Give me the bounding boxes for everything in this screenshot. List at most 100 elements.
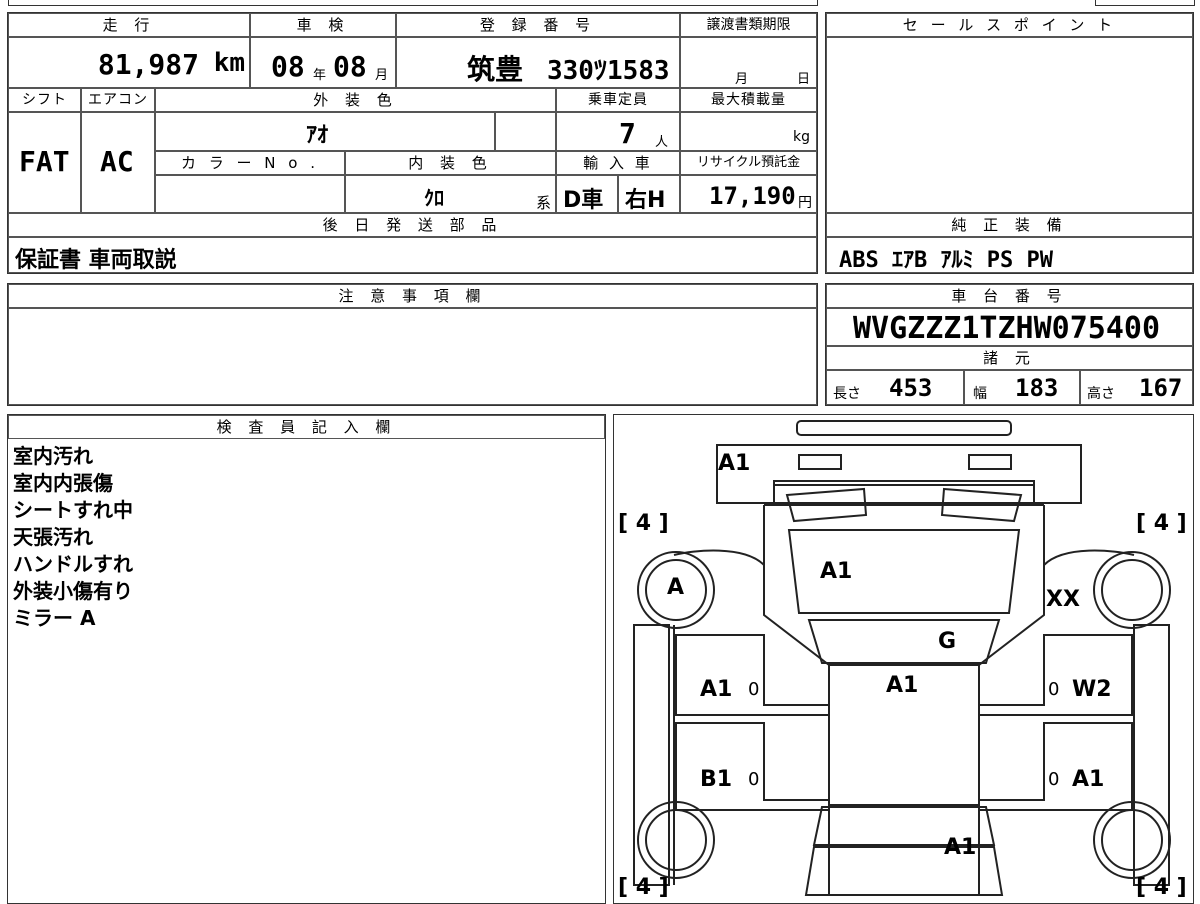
mark-door-fr: W2 xyxy=(1072,677,1112,702)
exterior-color-cell: ｱｵ xyxy=(155,112,495,151)
mileage-header: 走 行 xyxy=(8,13,250,37)
recycle-unit: 円 xyxy=(798,195,812,211)
zero-fr: 0 xyxy=(1048,679,1060,700)
mark-fender-fr: XX xyxy=(1046,587,1080,612)
height-cell: 高さ 167 xyxy=(1080,370,1193,405)
note-line: ミラー A xyxy=(13,606,96,630)
plate-region: 筑豊 xyxy=(467,53,524,86)
deadline-header: 譲渡書類期限 xyxy=(680,13,817,37)
car-diagram-panel: [ 4 ] [ 4 ] [ 4 ] [ 4 ] A1 A1 A XX G A1 … xyxy=(613,414,1194,904)
shift-cell: FAT xyxy=(8,112,81,213)
width-cell: 幅 183 xyxy=(964,370,1080,405)
registration-header: 登 録 番 号 xyxy=(396,13,680,37)
mark-door-rl: B1 xyxy=(700,767,733,792)
capacity-cell: 7 人 xyxy=(556,112,680,151)
interior-color-value: ｸﾛ xyxy=(424,186,444,210)
deadline-month: 月 xyxy=(735,72,749,87)
month-unit: 月 xyxy=(375,68,389,83)
shift-value: FAT xyxy=(19,145,70,178)
deadline-day: 日 xyxy=(797,72,811,87)
note-line: ハンドルすれ xyxy=(13,552,133,576)
note-line: 室内内張傷 xyxy=(13,471,113,495)
wheel-rl-shape xyxy=(637,801,715,879)
mark-hood: A1 xyxy=(820,559,853,584)
inspector-panel: 検 査 員 記 入 欄 室内汚れ 室内内張傷 シートすれ中 天張汚れ ハンドルす… xyxy=(7,414,606,904)
tread-right-bottom: [ 4 ] xyxy=(1136,875,1187,900)
height-value: 167 xyxy=(1139,374,1183,402)
import-type-cell: D車 xyxy=(556,175,618,213)
chassis-header: 車 台 番 号 xyxy=(826,284,1193,308)
max-load-cell: kg xyxy=(680,112,817,151)
plate-number: 330ﾂ1583 xyxy=(547,56,670,86)
width-label: 幅 xyxy=(973,386,987,402)
later-parts-value: 保証書 車両取説 xyxy=(15,248,177,273)
chassis-value: WVGZZZ1TZHW075400 xyxy=(853,311,1161,346)
later-parts-header: 後 日 発 送 部 品 xyxy=(8,213,817,237)
mark-front: A1 xyxy=(718,451,751,476)
length-cell: 長さ 453 xyxy=(826,370,964,405)
color-no-header: カ ラ ー N o . xyxy=(155,151,345,175)
registration-cell: 筑豊 330ﾂ1583 xyxy=(396,37,680,88)
note-line: シートすれ中 xyxy=(13,498,133,522)
exterior-color-extra xyxy=(495,112,556,151)
capacity-header: 乗車定員 xyxy=(556,88,680,112)
standard-equipment-value: ABS ｴｱB ｱﾙﾐ PS PW xyxy=(839,248,1053,273)
notes-body xyxy=(8,308,817,405)
standard-equipment-header: 純 正 装 備 xyxy=(826,213,1193,237)
zero-rr: 0 xyxy=(1048,769,1060,790)
shift-header: シフト xyxy=(8,88,81,112)
length-label: 長さ xyxy=(833,386,861,402)
max-load-unit: kg xyxy=(793,129,810,145)
capacity-unit: 人 xyxy=(655,135,669,150)
sale-points-header: セ ー ル ス ポ イ ン ト xyxy=(826,13,1193,37)
import-header: 輸 入 車 xyxy=(556,151,680,175)
width-value: 183 xyxy=(1015,374,1059,402)
later-parts-cell: 保証書 車両取説 xyxy=(8,237,817,273)
handle-cell: 右H xyxy=(618,175,680,213)
length-value: 453 xyxy=(889,374,933,402)
note-line: 天張汚れ xyxy=(13,525,93,549)
mark-rear: A1 xyxy=(944,835,977,860)
door-rr-shape xyxy=(978,722,1133,811)
mileage-cell: 81,987 km xyxy=(8,37,250,88)
mark-wheel-fl: A xyxy=(667,575,685,600)
zero-rl: 0 xyxy=(748,769,760,790)
recycle-header: リサイクル預託金 xyxy=(680,151,817,175)
tread-left-top: [ 4 ] xyxy=(618,511,669,536)
handle-value: 右H xyxy=(625,188,666,213)
mileage-unit: km xyxy=(213,48,245,78)
car-diagram xyxy=(633,420,1171,896)
front-bumper-shape xyxy=(796,420,1012,436)
deadline-cell: 月 日 xyxy=(680,37,817,88)
headlight-right-shape xyxy=(968,454,1012,470)
wheel-fr-shape xyxy=(1093,551,1171,629)
standard-equipment-cell: ABS ｴｱB ｱﾙﾐ PS PW xyxy=(826,237,1193,273)
tread-left-bottom: [ 4 ] xyxy=(618,875,669,900)
inspector-notes-list: 室内汚れ 室内内張傷 シートすれ中 天張汚れ ハンドルすれ 外装小傷有り ミラー… xyxy=(13,443,133,632)
zero-fl: 0 xyxy=(748,679,760,700)
vehicle-info-table: 走 行 車 検 登 録 番 号 譲渡書類期限 81,987 km 08 年 08… xyxy=(7,12,818,274)
inspection-header: 車 検 xyxy=(250,13,396,37)
windshield-shape xyxy=(807,619,1001,664)
sale-points-body xyxy=(826,37,1193,213)
height-label: 高さ xyxy=(1087,386,1115,402)
body-outline-shape xyxy=(763,505,1045,895)
year-unit: 年 xyxy=(313,68,327,83)
mark-roof: A1 xyxy=(886,673,919,698)
aircon-value: AC xyxy=(100,145,134,178)
door-rl-shape xyxy=(675,722,830,811)
mark-glass: G xyxy=(938,629,957,654)
aircon-cell: AC xyxy=(81,112,155,213)
recycle-value: 17,190 xyxy=(709,182,796,210)
mark-door-fl: A1 xyxy=(700,677,733,702)
mileage-value: 81,987 xyxy=(97,48,199,81)
interior-suffix: 系 xyxy=(535,194,551,212)
max-load-header: 最大積載量 xyxy=(680,88,817,112)
interior-color-cell: ｸﾛ 系 xyxy=(345,175,556,213)
color-no-cell xyxy=(155,175,345,213)
chassis-panel: 車 台 番 号 WVGZZZ1TZHW075400 諸 元 長さ 453 幅 1… xyxy=(825,283,1194,406)
capacity-value: 7 xyxy=(619,117,636,150)
aircon-header: エアコン xyxy=(81,88,155,112)
note-line: 室内汚れ xyxy=(13,444,93,468)
specs-header: 諸 元 xyxy=(826,346,1193,370)
